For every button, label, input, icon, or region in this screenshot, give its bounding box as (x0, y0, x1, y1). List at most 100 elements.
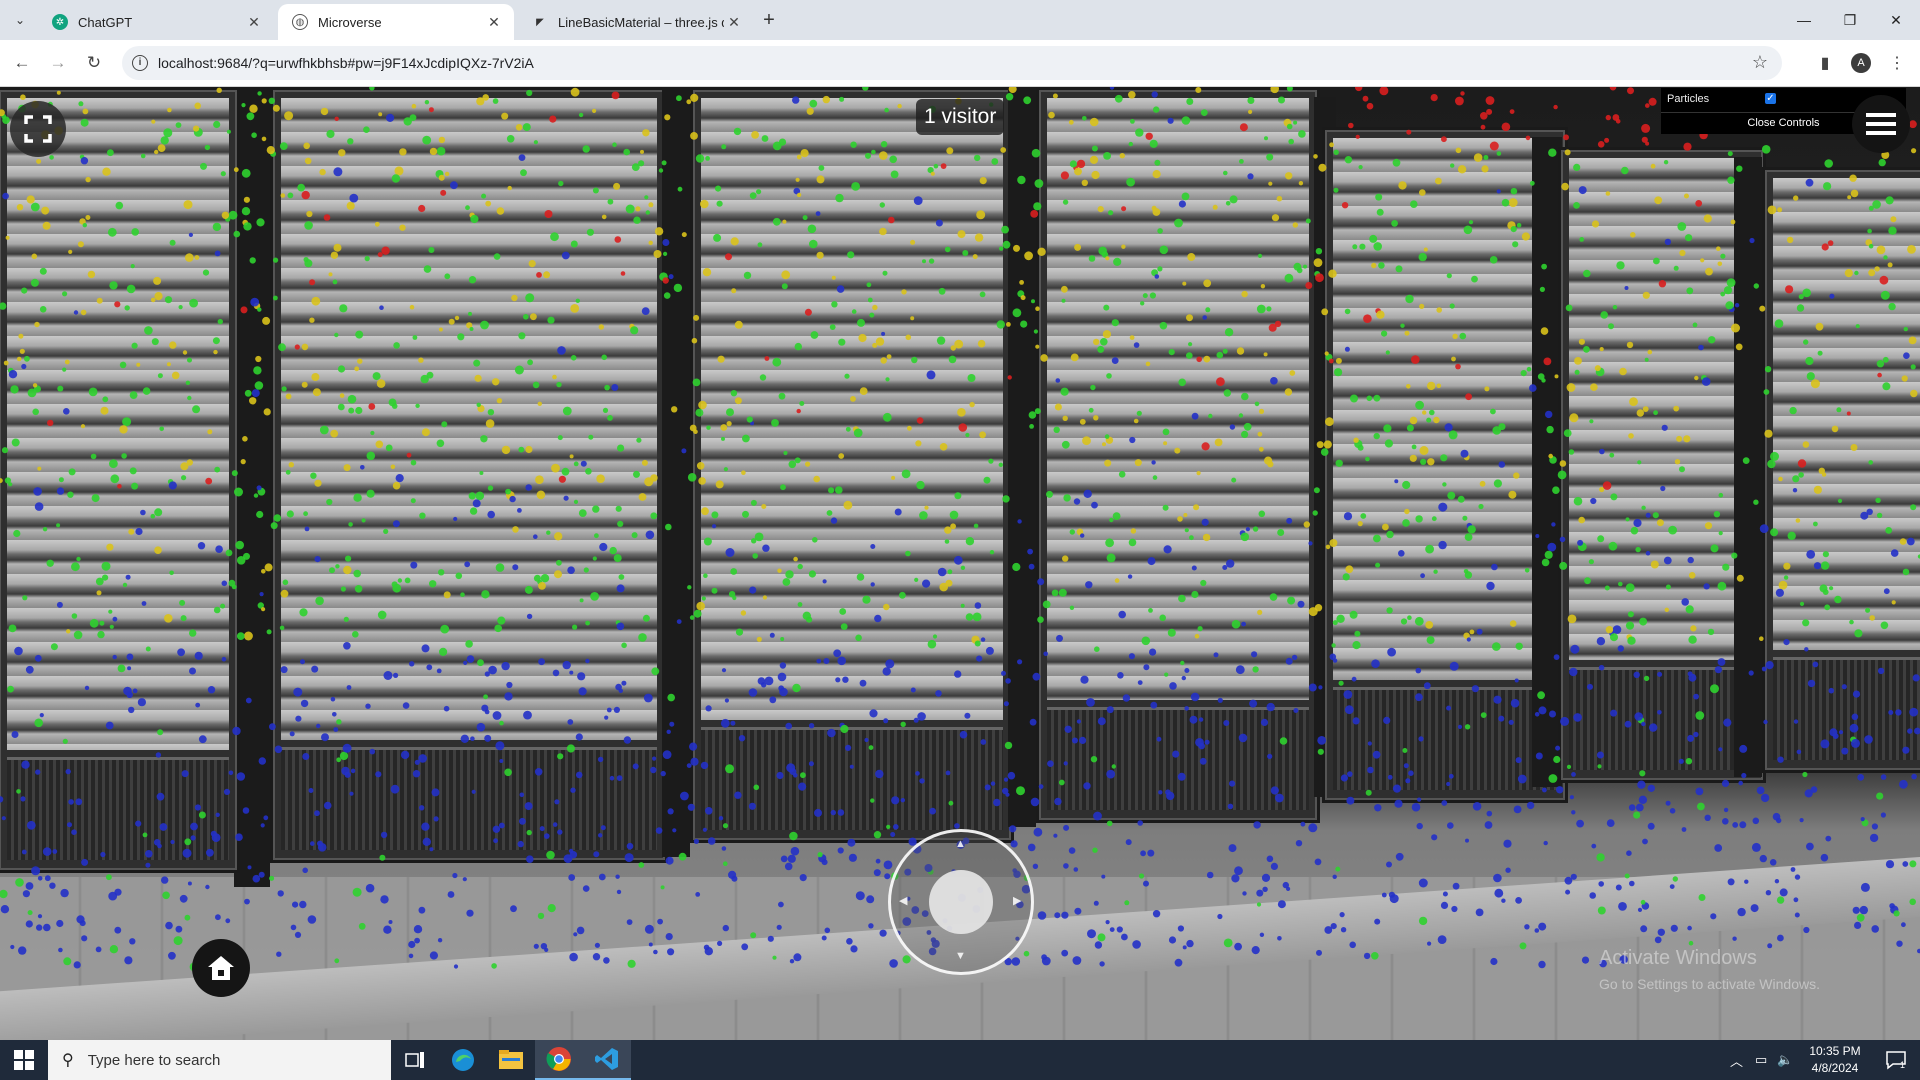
task-view-icon[interactable] (391, 1040, 439, 1080)
particle (907, 425, 912, 431)
particle (177, 648, 186, 657)
particle (8, 624, 17, 633)
tab-microverse[interactable]: ◍ Microverse ✕ (278, 4, 514, 40)
restore-window-icon[interactable]: ❐ (1828, 6, 1872, 34)
network-icon[interactable]: ▭ (1755, 1052, 1767, 1068)
particle (960, 565, 966, 570)
particle (1374, 918, 1381, 925)
reload-icon[interactable]: ↻ (80, 49, 108, 77)
particle (477, 659, 484, 667)
particle (37, 914, 43, 919)
particle (948, 355, 957, 364)
particle (585, 658, 590, 664)
clock-time: 10:35 PM (1809, 1044, 1861, 1058)
volume-muted-icon[interactable]: 🔈 (1777, 1052, 1793, 1068)
particle (1635, 546, 1641, 553)
particle (609, 546, 617, 555)
particle (886, 354, 892, 359)
particle (225, 549, 233, 557)
particle (22, 890, 30, 898)
particle (1373, 432, 1380, 440)
particle (422, 135, 432, 145)
particle (66, 629, 71, 634)
bookmark-star-icon[interactable]: ☆ (1752, 52, 1768, 73)
particle (185, 380, 191, 385)
particle (573, 932, 578, 937)
forward-arrow-icon[interactable]: → (44, 49, 72, 77)
particle (1352, 244, 1358, 250)
particle (326, 498, 333, 506)
show-hidden-icons-chevron-icon[interactable]: ︿ (1730, 1051, 1743, 1070)
minimize-window-icon[interactable]: — (1782, 6, 1826, 34)
particle (1151, 91, 1158, 98)
particle (1489, 256, 1498, 264)
close-tab-icon[interactable]: ✕ (484, 12, 504, 32)
particle (304, 221, 313, 230)
particle (476, 722, 486, 732)
particle (1636, 409, 1645, 417)
close-tab-icon[interactable]: ✕ (244, 12, 264, 32)
particle (1404, 330, 1410, 336)
particle (613, 182, 621, 190)
start-button[interactable] (0, 1040, 48, 1080)
particle (1263, 352, 1268, 357)
particle (1325, 417, 1334, 427)
particle (788, 460, 797, 469)
particle (1431, 516, 1437, 522)
particle (1899, 779, 1908, 789)
particle (386, 113, 395, 122)
particle (85, 215, 91, 220)
particle (96, 297, 103, 304)
particle (530, 313, 537, 321)
address-bar[interactable]: i localhost:9684/?q=urwfhkbhsb#pw=j9F14x… (122, 46, 1782, 80)
tab-threejs-docs[interactable]: ◤ LineBasicMaterial – three.js doc ✕ (518, 4, 754, 40)
chrome-browser-icon[interactable] (535, 1040, 583, 1080)
url-text[interactable]: localhost:9684/?q=urwfhkbhsb#pw=j9F14xJc… (158, 55, 534, 71)
particle (1725, 301, 1734, 310)
fullscreen-button[interactable] (10, 101, 66, 157)
particle (496, 398, 503, 404)
particle (1330, 923, 1337, 930)
particle (724, 698, 730, 703)
particle (1024, 251, 1033, 261)
back-arrow-icon[interactable]: ← (8, 49, 36, 77)
home-button[interactable] (192, 939, 250, 997)
browser-menu-kebab-icon[interactable]: ⋮ (1884, 50, 1910, 76)
vscode-icon[interactable] (583, 1040, 631, 1080)
particle (576, 926, 585, 935)
side-panel-icon[interactable]: ▮ (1812, 50, 1838, 76)
edge-browser-icon[interactable] (439, 1040, 487, 1080)
movement-joystick[interactable]: ▲ ▼ ◀ ▶ (888, 829, 1034, 975)
microverse-3d-viewport[interactable]: 1 visitor Particles ✓ Close Controls ▲ ▼… (0, 87, 1920, 1040)
close-window-icon[interactable]: ✕ (1874, 6, 1918, 34)
particle (1286, 123, 1293, 130)
particle (935, 219, 943, 227)
taskbar-clock[interactable]: 10:35 PM 4/8/2024 (1800, 1043, 1870, 1077)
tab-search-chevron-icon[interactable]: ⌄ (8, 8, 32, 32)
particle (1027, 548, 1033, 555)
notification-center-icon[interactable]: 1 (1872, 1040, 1920, 1080)
file-explorer-icon[interactable] (487, 1040, 535, 1080)
particle (1516, 222, 1522, 228)
particle (1624, 286, 1629, 290)
particle (716, 200, 723, 207)
particle (756, 636, 762, 642)
particles-checkbox[interactable]: ✓ (1765, 93, 1776, 104)
taskbar-search-box[interactable]: ⚲ Type here to search (48, 1040, 391, 1080)
site-info-icon[interactable]: i (132, 55, 148, 71)
particle (1534, 928, 1540, 933)
particle (52, 849, 58, 854)
tab-chatgpt[interactable]: ✲ ChatGPT ✕ (38, 4, 274, 40)
particle (1860, 817, 1865, 822)
menu-button[interactable] (1852, 95, 1910, 153)
particle (353, 493, 362, 502)
joystick-knob[interactable] (929, 870, 993, 934)
particle (794, 457, 801, 464)
particle (957, 408, 966, 417)
particle (1628, 804, 1636, 811)
close-tab-icon[interactable]: ✕ (724, 12, 744, 32)
new-tab-plus-icon[interactable]: + (757, 8, 781, 32)
profile-avatar[interactable]: A (1848, 50, 1874, 76)
particle (129, 938, 136, 945)
particle (928, 258, 935, 264)
